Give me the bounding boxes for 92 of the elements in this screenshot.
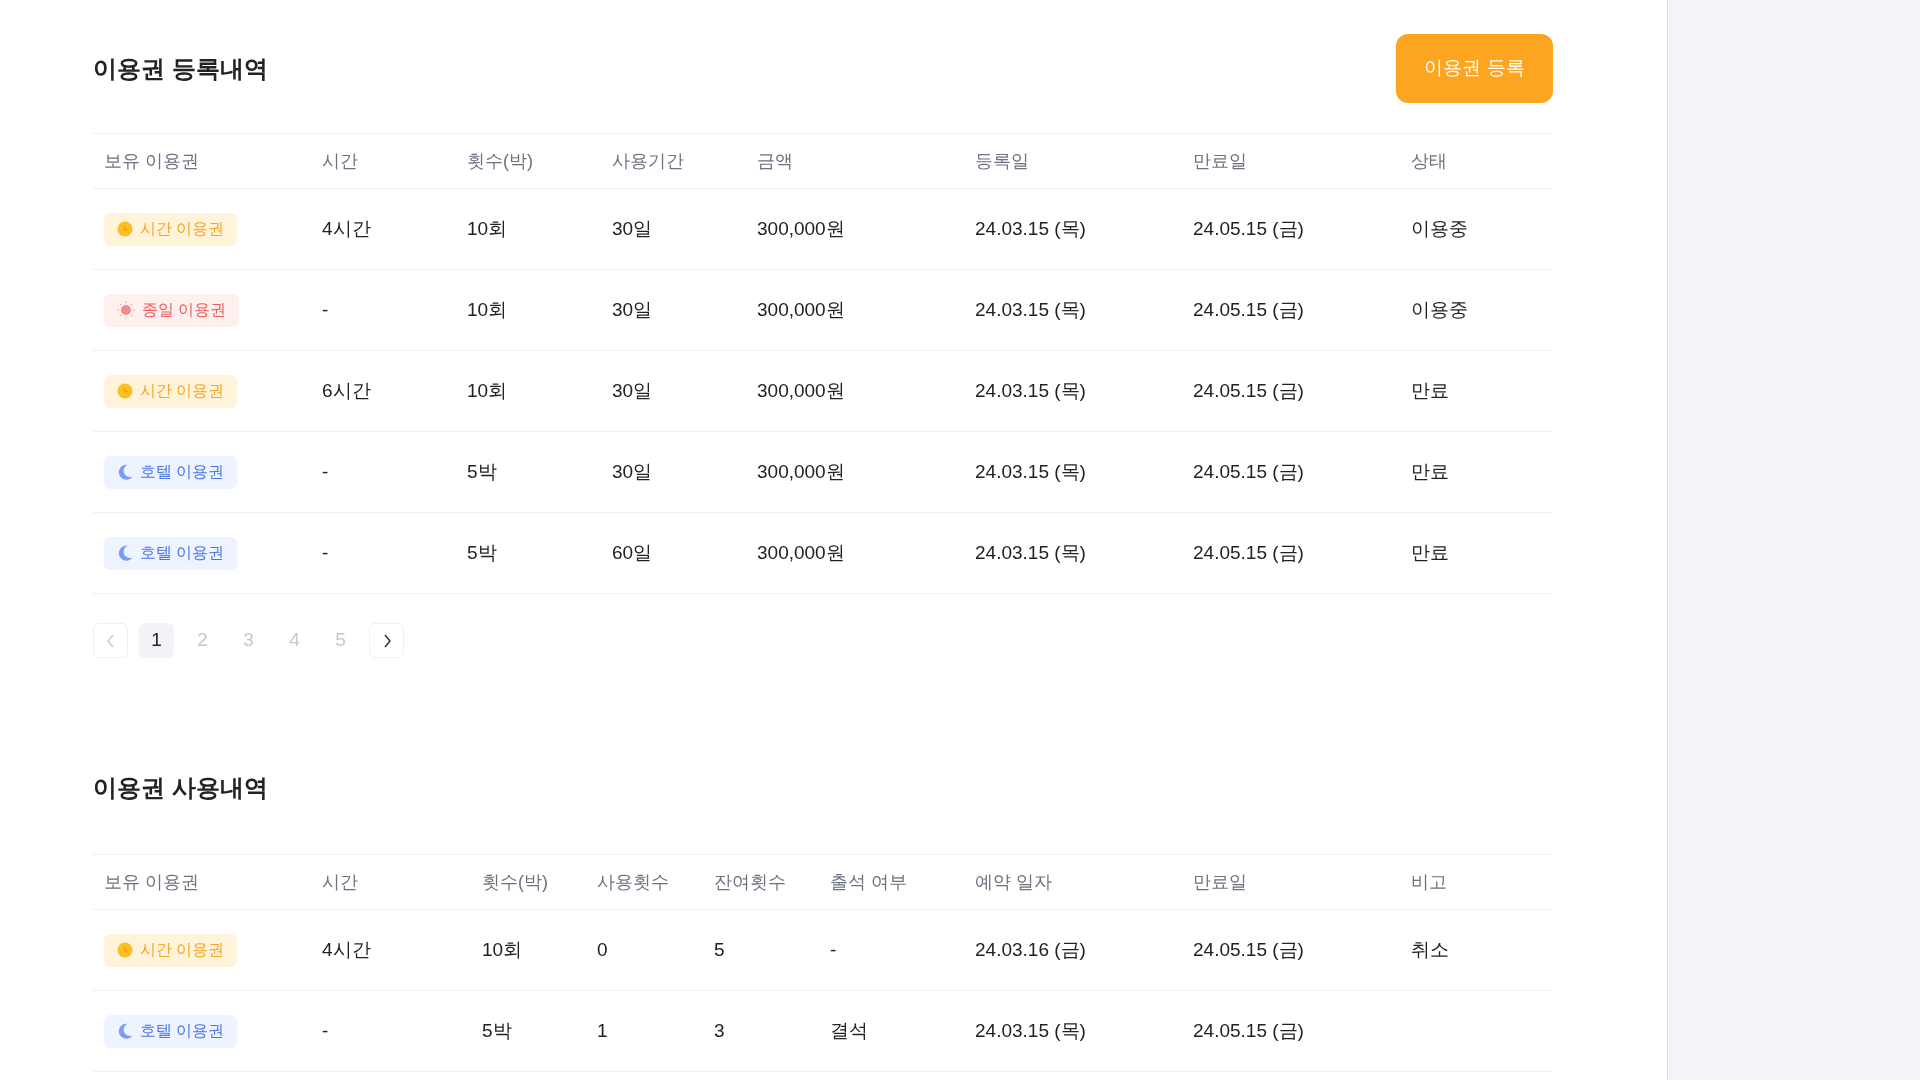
table-cell: - <box>322 460 329 482</box>
table-cell: 만료 <box>1411 460 1449 482</box>
page-number[interactable]: 5 <box>323 623 358 658</box>
table-cell: 300,000원 <box>757 217 845 239</box>
table-cell: 60일 <box>612 541 653 563</box>
table-cell: 10회 <box>467 379 508 401</box>
table-cell: 24.05.15 (금) <box>1193 379 1304 401</box>
table-cell: 30일 <box>612 217 653 239</box>
table-cell: 만료 <box>1411 541 1449 563</box>
table-cell: 300,000원 <box>757 541 845 563</box>
section-title: 이용권 사용내역 <box>93 773 268 803</box>
table-cell: 4시간 <box>322 938 371 960</box>
pass-label: 호텔 이용권 <box>140 462 225 482</box>
moon-icon <box>117 1023 133 1039</box>
table-cell: 5박 <box>467 541 497 563</box>
column-header: 시간 <box>322 871 358 892</box>
table-cell: 1 <box>597 1019 608 1041</box>
pass-label: 시간 이용권 <box>140 381 225 401</box>
column-header: 등록일 <box>975 150 1029 171</box>
table-cell: 5박 <box>482 1019 512 1041</box>
sun-icon <box>117 301 135 319</box>
column-header: 만료일 <box>1193 150 1247 171</box>
table-cell: 5박 <box>467 460 497 482</box>
table-cell: 24.03.15 (목) <box>975 460 1086 482</box>
page-number[interactable]: 1 <box>139 623 174 658</box>
table-cell: 10회 <box>467 298 508 320</box>
table-cell: 30일 <box>612 379 653 401</box>
table-cell: 3 <box>714 1019 725 1041</box>
column-header: 횟수(박) <box>482 871 548 892</box>
table-cell: 이용중 <box>1411 217 1468 239</box>
pass-label: 종일 이용권 <box>142 300 227 320</box>
table-cell: 24.03.15 (목) <box>975 1019 1086 1041</box>
column-header: 비고 <box>1411 871 1447 892</box>
column-header: 횟수(박) <box>467 150 533 171</box>
next-page-button[interactable] <box>369 623 404 658</box>
table-cell: 24.03.15 (목) <box>975 217 1086 239</box>
table-cell: 이용중 <box>1411 298 1468 320</box>
table-cell: 5 <box>714 938 725 960</box>
column-header: 보유 이용권 <box>104 871 199 892</box>
clock-icon <box>117 942 133 958</box>
moon-icon <box>117 545 133 561</box>
clock-icon <box>117 383 133 399</box>
table-cell: 6시간 <box>322 379 371 401</box>
table-cell: 24.05.15 (금) <box>1193 541 1304 563</box>
table-cell: 10회 <box>467 217 508 239</box>
pass-label: 호텔 이용권 <box>140 543 225 563</box>
column-header: 잔여횟수 <box>714 871 786 892</box>
table-cell: - <box>322 541 329 563</box>
table-cell: 30일 <box>612 460 653 482</box>
chevron-right-icon <box>381 633 392 648</box>
table-cell: - <box>830 938 837 960</box>
page-number[interactable]: 4 <box>277 623 312 658</box>
table-cell: 0 <box>597 938 608 960</box>
chevron-left-icon <box>105 633 116 648</box>
clock-icon <box>117 221 133 237</box>
table-cell: 24.05.15 (금) <box>1193 460 1304 482</box>
column-header: 시간 <box>322 150 358 171</box>
pass-label: 시간 이용권 <box>140 940 225 960</box>
table-cell: 4시간 <box>322 217 371 239</box>
column-header: 보유 이용권 <box>104 150 199 171</box>
pass-label: 시간 이용권 <box>140 219 225 239</box>
table-cell: 300,000원 <box>757 460 845 482</box>
table-cell: 30일 <box>612 298 653 320</box>
column-header: 금액 <box>757 150 793 171</box>
column-header: 만료일 <box>1193 871 1247 892</box>
column-header: 출석 여부 <box>830 871 907 892</box>
table-cell: 24.03.15 (목) <box>975 298 1086 320</box>
table-cell: - <box>322 1019 329 1041</box>
table-cell: 24.05.15 (금) <box>1193 217 1304 239</box>
page-number[interactable]: 3 <box>231 623 266 658</box>
column-header: 상태 <box>1411 150 1447 171</box>
register-pass-button[interactable]: 이용권 등록 <box>1396 34 1553 103</box>
table-cell: 300,000원 <box>757 298 845 320</box>
table-cell: 취소 <box>1411 938 1449 960</box>
column-header: 사용기간 <box>612 150 684 171</box>
table-cell: 결석 <box>830 1019 868 1041</box>
table-cell: 300,000원 <box>757 379 845 401</box>
table-cell: 24.05.15 (금) <box>1193 1019 1304 1041</box>
column-header: 예약 일자 <box>975 871 1052 892</box>
table-cell: - <box>322 298 329 320</box>
table-cell: 24.03.15 (목) <box>975 541 1086 563</box>
table-cell: 24.03.15 (목) <box>975 379 1086 401</box>
page-number[interactable]: 2 <box>185 623 220 658</box>
table-cell: 만료 <box>1411 379 1449 401</box>
moon-icon <box>117 464 133 480</box>
table-cell: 24.03.16 (금) <box>975 938 1086 960</box>
table-cell: 10회 <box>482 938 523 960</box>
pass-label: 호텔 이용권 <box>140 1021 225 1041</box>
table-cell: 24.05.15 (금) <box>1193 938 1304 960</box>
column-header: 사용횟수 <box>597 871 669 892</box>
section-title: 이용권 등록내역 <box>93 53 268 84</box>
table-cell: 24.05.15 (금) <box>1193 298 1304 320</box>
